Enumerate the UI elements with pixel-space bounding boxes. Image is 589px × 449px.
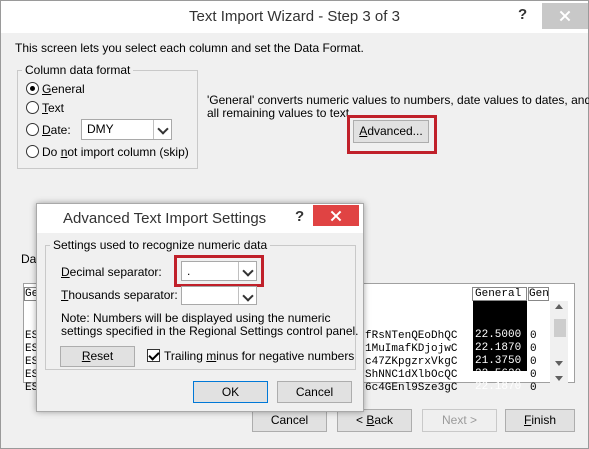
- preview-text-column: fRsNTenQEoDhQC 1MuImafKDjojwC c47ZKpgzrxVk…: [365, 330, 458, 394]
- radio-skip-column-label[interactable]: Do not import column (skip): [42, 145, 189, 159]
- scroll-up-arrow-icon[interactable]: [555, 304, 563, 309]
- scroll-end-arrow-icon[interactable]: [555, 376, 563, 381]
- advanced-settings-dialog: Advanced Text Import Settings ? Settings…: [36, 203, 364, 412]
- radio-date[interactable]: [26, 123, 39, 136]
- wizard-intro-text: This screen lets you select each column …: [15, 41, 364, 55]
- preview-general-column-selected[interactable]: 22.5000 22.1870 21.3750 22.5620 22.1870: [473, 301, 527, 393]
- scroll-down-arrow-icon[interactable]: [555, 361, 563, 366]
- general-note-line2: all remaining values to text.: [207, 106, 353, 120]
- date-format-value: DMY: [87, 122, 114, 136]
- reset-button[interactable]: Reset: [60, 346, 135, 367]
- scrollbar-thumb[interactable]: [554, 319, 566, 337]
- advanced-ok-button[interactable]: OK: [193, 381, 268, 403]
- advanced-cancel-button[interactable]: Cancel: [277, 381, 352, 403]
- trailing-minus-label[interactable]: Trailing minus for negative numbers: [164, 349, 354, 363]
- data-preview-label: Da: [21, 252, 37, 266]
- advanced-button-highlight: [347, 115, 437, 154]
- decimal-separator-label: Decimal separator:: [61, 265, 162, 279]
- thousands-separator-select[interactable]: [181, 286, 257, 305]
- radio-general-label[interactable]: General: [42, 82, 85, 96]
- general-note-line1: 'General' converts numeric values to num…: [207, 93, 589, 107]
- thousands-separator-label: Thousands separator:: [61, 288, 178, 302]
- advanced-dialog-title: Advanced Text Import Settings: [63, 210, 267, 227]
- radio-general[interactable]: [26, 82, 39, 95]
- chevron-down-icon[interactable]: [238, 287, 256, 304]
- preview-next-header[interactable]: Gen: [528, 287, 549, 301]
- chevron-down-icon[interactable]: [153, 120, 171, 139]
- preview-general-header[interactable]: General: [472, 287, 527, 301]
- advanced-dialog-help-button[interactable]: ?: [295, 208, 304, 225]
- radio-skip-column[interactable]: [26, 145, 39, 158]
- numeric-settings-legend: Settings used to recognize numeric data: [53, 238, 268, 252]
- column-data-format-legend: Column data format: [25, 63, 131, 77]
- radio-text[interactable]: [26, 101, 39, 114]
- date-format-select[interactable]: DMY: [81, 119, 172, 140]
- back-button[interactable]: < Back: [337, 409, 412, 432]
- regional-note-line1: Note: Numbers will be displayed using th…: [61, 311, 331, 325]
- next-button[interactable]: Next >: [422, 409, 497, 432]
- radio-text-label[interactable]: Text: [42, 101, 64, 115]
- checkmark-icon: [148, 349, 160, 361]
- wizard-title: Text Import Wizard - Step 3 of 3: [189, 8, 400, 25]
- wizard-title-bar[interactable]: Text Import Wizard - Step 3 of 3 ?: [1, 1, 588, 33]
- radio-date-label[interactable]: Date:: [42, 123, 71, 137]
- preview-vertical-scrollbar[interactable]: [550, 301, 568, 383]
- regional-note-line2: settings specified in the Regional Setti…: [61, 324, 359, 338]
- trailing-minus-checkbox[interactable]: [147, 349, 160, 362]
- advanced-dialog-close-button[interactable]: [313, 205, 359, 226]
- advanced-dialog-title-bar[interactable]: Advanced Text Import Settings ?: [37, 204, 363, 233]
- finish-button[interactable]: Finish: [505, 409, 575, 432]
- wizard-cancel-button[interactable]: Cancel: [252, 409, 327, 432]
- wizard-help-button[interactable]: ?: [518, 6, 527, 23]
- wizard-close-button[interactable]: [542, 3, 588, 29]
- decimal-separator-highlight: [174, 255, 264, 287]
